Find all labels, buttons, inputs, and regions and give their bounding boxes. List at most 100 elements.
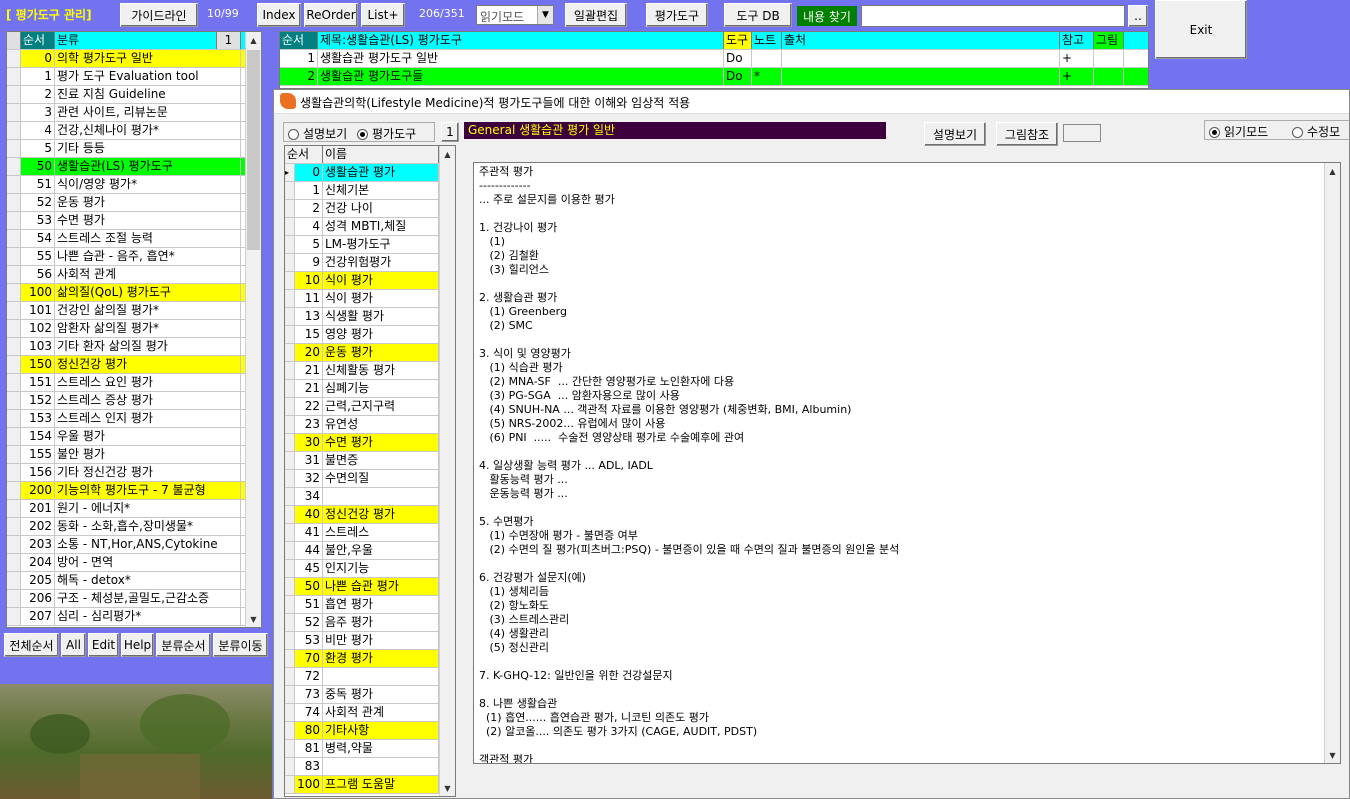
scroll-up-icon[interactable]: ▲	[246, 32, 261, 48]
list-item[interactable]: 81 병력,약물	[285, 740, 455, 758]
row-indicator[interactable]	[7, 176, 21, 193]
list-item[interactable]: 1 신체기본	[285, 182, 455, 200]
col-header-one[interactable]: 1	[217, 32, 241, 49]
row-indicator[interactable]	[7, 302, 21, 319]
bottom-button-1[interactable]: All	[61, 633, 86, 657]
list-item[interactable]: 11 식이 평가	[285, 290, 455, 308]
scroll-up-icon[interactable]: ▲	[440, 146, 455, 162]
list-item[interactable]: 32 수면의질	[285, 470, 455, 488]
table-row[interactable]: 102 암환자 삶의질 평가*	[7, 320, 261, 338]
chevron-down-icon[interactable]: ▼	[537, 6, 553, 24]
row-indicator[interactable]	[7, 482, 21, 499]
row-indicator[interactable]: ▸	[285, 164, 295, 181]
description-textarea[interactable]: 주관적 평가 -------------... 주로 설문지를 이용한 평가 1. …	[473, 162, 1341, 764]
list-item[interactable]: 40 정신건강 평가	[285, 506, 455, 524]
bottom-button-5[interactable]: 분류이동	[213, 633, 268, 657]
table-row[interactable]: 54 스트레스 조절 능력	[7, 230, 261, 248]
row-indicator[interactable]	[7, 518, 21, 535]
table-row[interactable]: 100 삶의질(QoL) 평가도구	[7, 284, 261, 302]
guideline-button[interactable]: 가이드라인	[120, 3, 198, 27]
row-indicator[interactable]	[285, 218, 295, 235]
row-indicator[interactable]	[7, 212, 21, 229]
table-row[interactable]: 150 정신건강 평가	[7, 356, 261, 374]
row-indicator[interactable]	[7, 392, 21, 409]
table-row[interactable]: 2 진료 지침 Guideline	[7, 86, 261, 104]
list-item[interactable]: 34	[285, 488, 455, 506]
table-row[interactable]: 152 스트레스 증상 평가	[7, 392, 261, 410]
row-indicator[interactable]	[285, 632, 295, 649]
row-indicator[interactable]	[285, 434, 295, 451]
row-indicator[interactable]	[285, 470, 295, 487]
row-indicator[interactable]	[285, 380, 295, 397]
list-item[interactable]: 10 식이 평가	[285, 272, 455, 290]
row-indicator[interactable]	[7, 554, 21, 571]
row-indicator[interactable]	[285, 668, 295, 685]
row-indicator[interactable]	[7, 230, 21, 247]
table-row[interactable]: 153 스트레스 인지 평가	[7, 410, 261, 428]
row-indicator[interactable]	[7, 122, 21, 139]
col-header-note[interactable]: 노트	[752, 32, 782, 49]
col-header-order[interactable]: 순서	[280, 32, 318, 49]
table-row[interactable]: 201 원기 - 에너지*	[7, 500, 261, 518]
scroll-up-icon[interactable]: ▲	[1325, 163, 1340, 179]
number-badge-button[interactable]: 1	[441, 122, 459, 142]
row-indicator[interactable]	[7, 86, 21, 103]
table-row[interactable]: 154 우울 평가	[7, 428, 261, 446]
table-row[interactable]: 155 불안 평가	[7, 446, 261, 464]
scroll-thumb[interactable]	[247, 50, 260, 250]
row-indicator[interactable]	[285, 362, 295, 379]
list-item[interactable]: 22 근력,근지구력	[285, 398, 455, 416]
bottom-button-2[interactable]: Edit	[88, 633, 119, 657]
radio-read-mode[interactable]: 읽기모드	[1209, 125, 1268, 139]
col-header-figure[interactable]: 그림	[1094, 32, 1124, 49]
row-indicator[interactable]	[7, 140, 21, 157]
row-indicator[interactable]	[285, 560, 295, 577]
table-row[interactable]: 5 기타 등등	[7, 140, 261, 158]
row-indicator[interactable]	[7, 104, 21, 121]
table-row[interactable]: 2 생활습관 평가도구들 Do * +	[280, 68, 1148, 86]
row-indicator[interactable]	[285, 308, 295, 325]
row-indicator[interactable]	[7, 158, 21, 175]
radio-desc-view[interactable]: 설명보기	[288, 127, 347, 141]
row-indicator[interactable]	[7, 194, 21, 211]
table-row[interactable]: 101 건강인 삶의질 평가*	[7, 302, 261, 320]
bottom-button-3[interactable]: Help	[121, 633, 154, 657]
list-item[interactable]: 53 비만 평가	[285, 632, 455, 650]
table-row[interactable]: 50 생활습관(LS) 평가도구	[7, 158, 261, 176]
row-indicator[interactable]	[285, 254, 295, 271]
category-scrollbar[interactable]: ▲ ▼	[245, 32, 261, 627]
scroll-down-icon[interactable]: ▼	[440, 780, 455, 796]
mode-select[interactable]: 읽기모드 ▼	[476, 5, 554, 25]
search-input[interactable]	[861, 5, 1125, 27]
row-indicator[interactable]	[7, 410, 21, 427]
list-item[interactable]: 83	[285, 758, 455, 776]
col-header-name[interactable]: 이름	[323, 146, 439, 163]
row-indicator[interactable]	[7, 464, 21, 481]
list-item[interactable]: 5 LM-평가도구	[285, 236, 455, 254]
list-item[interactable]: 15 영양 평가	[285, 326, 455, 344]
row-indicator[interactable]	[285, 452, 295, 469]
figure-ref-button[interactable]: 그림참조	[996, 122, 1058, 146]
row-indicator[interactable]	[285, 290, 295, 307]
index-button[interactable]: Index	[257, 3, 301, 27]
row-indicator[interactable]	[7, 500, 21, 517]
col-header-ref[interactable]: 참고	[1060, 32, 1094, 49]
row-indicator[interactable]	[285, 650, 295, 667]
row-indicator[interactable]	[285, 416, 295, 433]
list-item[interactable]: 74 사회적 관계	[285, 704, 455, 722]
row-indicator[interactable]	[7, 320, 21, 337]
col-header-order[interactable]	[7, 32, 21, 49]
row-indicator[interactable]	[285, 704, 295, 721]
list-item[interactable]: 31 불면증	[285, 452, 455, 470]
row-indicator[interactable]	[285, 236, 295, 253]
list-item[interactable]: 21 심폐기능	[285, 380, 455, 398]
row-indicator[interactable]	[285, 524, 295, 541]
list-item[interactable]: 52 음주 평가	[285, 614, 455, 632]
row-indicator[interactable]	[7, 50, 21, 67]
list-item[interactable]: 51 흡연 평가	[285, 596, 455, 614]
table-row[interactable]: 103 기타 환자 삶의질 평가	[7, 338, 261, 356]
list-item[interactable]: 2 건강 나이	[285, 200, 455, 218]
table-row[interactable]: 151 스트레스 요인 평가	[7, 374, 261, 392]
row-indicator[interactable]	[7, 374, 21, 391]
list-item[interactable]: 21 신체활동 평가	[285, 362, 455, 380]
